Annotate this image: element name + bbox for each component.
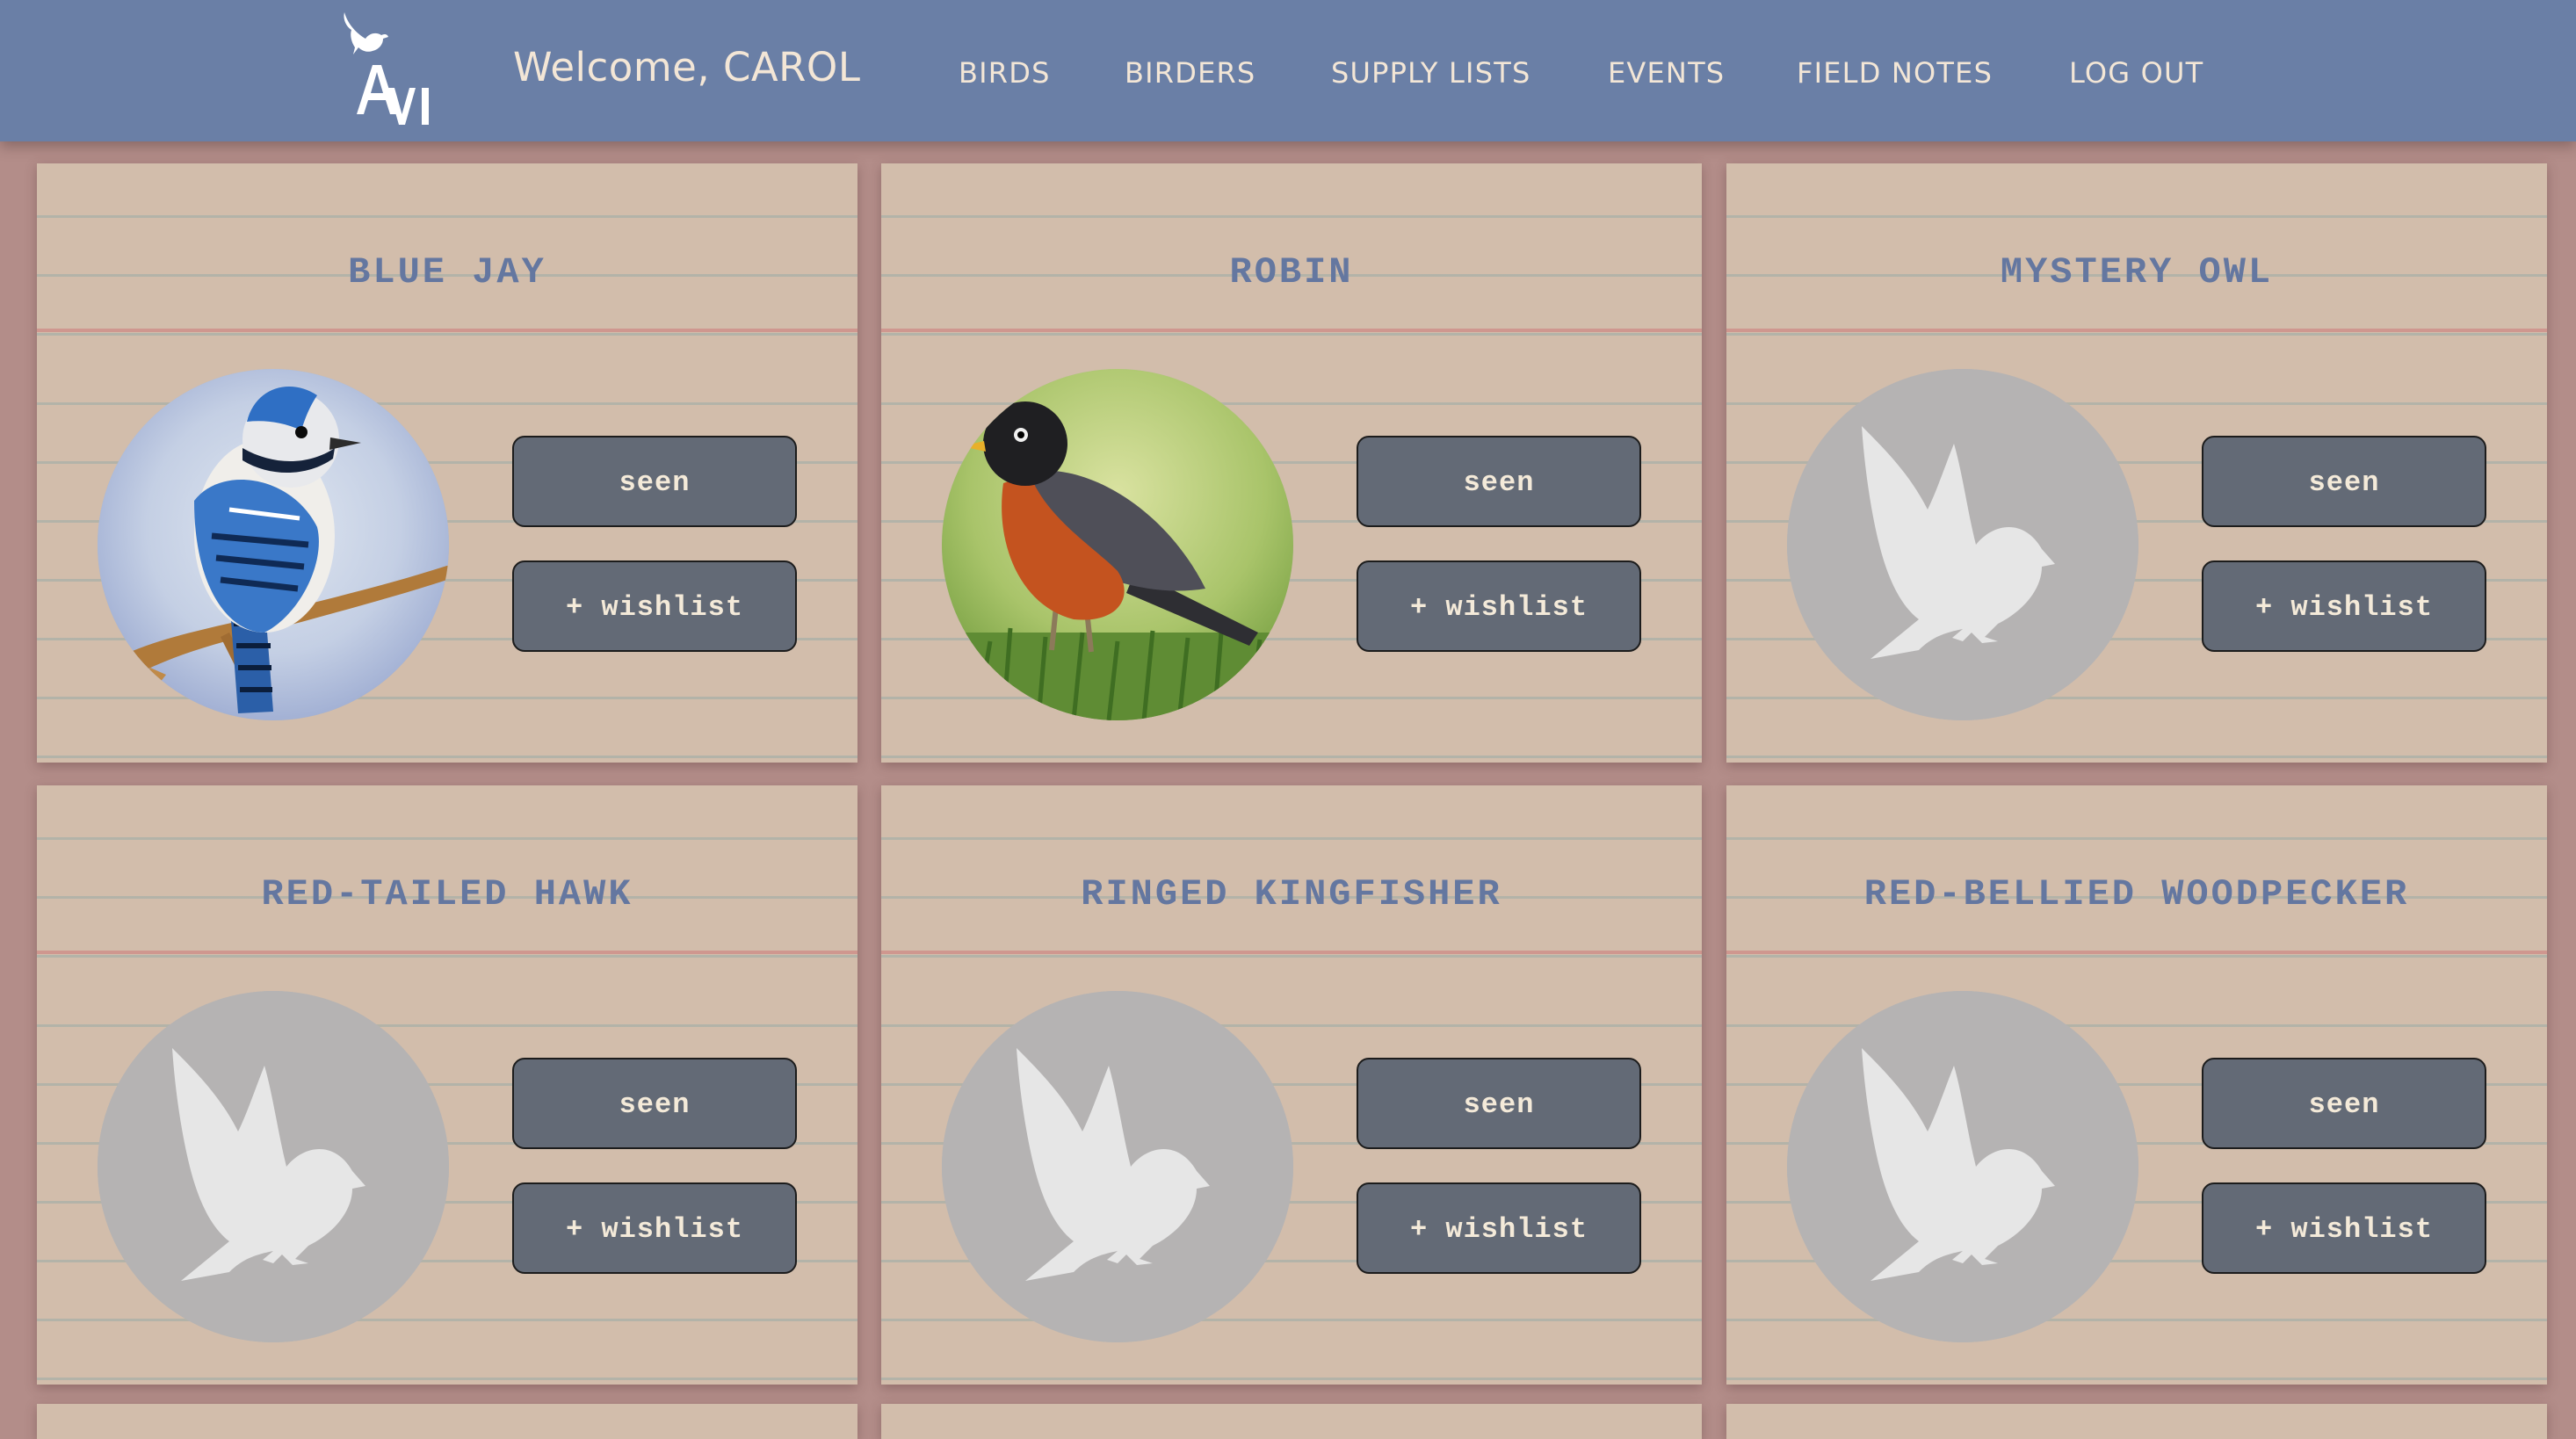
add-wishlist-button[interactable]: + wishlist xyxy=(2202,1182,2486,1274)
bird-name: RED-TAILED HAWK xyxy=(261,873,633,915)
robin-photo-icon xyxy=(942,369,1293,720)
seen-button[interactable]: seen xyxy=(2202,436,2486,527)
seen-button[interactable]: seen xyxy=(1357,436,1641,527)
blue-jay-photo-icon xyxy=(98,369,449,720)
bird-card: ROBIN seen + wishlist xyxy=(881,163,1702,763)
bird-card: RINGED KINGFISHER seen + wishlist xyxy=(881,785,1702,1385)
bird-placeholder-icon xyxy=(98,991,449,1342)
bird-photo[interactable] xyxy=(98,991,449,1342)
bird-placeholder-icon xyxy=(1787,369,2138,720)
add-wishlist-button[interactable]: + wishlist xyxy=(1357,1182,1641,1274)
avi-logo-icon xyxy=(344,12,429,125)
nav-field-notes[interactable]: FIELD NOTES xyxy=(1797,56,1993,91)
avi-logo[interactable] xyxy=(337,7,443,130)
bird-name: RINGED KINGFISHER xyxy=(1081,873,1502,915)
bird-card: RED-BELLIED WOODPECKER seen + wishlist xyxy=(1726,785,2547,1385)
bird-name: BLUE JAY xyxy=(348,251,546,293)
bird-name: RED-BELLIED WOODPECKER xyxy=(1863,873,2410,915)
bird-card-partial xyxy=(881,1404,1702,1439)
bird-placeholder-icon xyxy=(1787,991,2138,1342)
bird-photo[interactable] xyxy=(942,369,1293,720)
welcome-message: Welcome, CAROL xyxy=(513,44,861,90)
bird-card: MYSTERY OWL seen + wishlist xyxy=(1726,163,2547,763)
bird-photo[interactable] xyxy=(1787,369,2138,720)
bird-photo[interactable] xyxy=(942,991,1293,1342)
bird-card: RED-TAILED HAWK seen + wishlist xyxy=(37,785,857,1385)
bird-placeholder-icon xyxy=(942,991,1293,1342)
seen-button[interactable]: seen xyxy=(2202,1058,2486,1149)
add-wishlist-button[interactable]: + wishlist xyxy=(512,1182,797,1274)
top-navbar: Welcome, CAROL BIRDS BIRDERS SUPPLY LIST… xyxy=(0,0,2576,141)
bird-photo[interactable] xyxy=(98,369,449,720)
bird-photo[interactable] xyxy=(1787,991,2138,1342)
nav-birds[interactable]: BIRDS xyxy=(959,56,1051,91)
bird-name: ROBIN xyxy=(1229,251,1354,293)
seen-button[interactable]: seen xyxy=(512,1058,797,1149)
bird-card: BLUE JAY seen + wishlist xyxy=(37,163,857,763)
bird-card-partial xyxy=(37,1404,857,1439)
nav-events[interactable]: EVENTS xyxy=(1608,56,1725,91)
nav-birders[interactable]: BIRDERS xyxy=(1125,56,1255,91)
seen-button[interactable]: seen xyxy=(512,436,797,527)
bird-name: MYSTERY OWL xyxy=(2000,251,2274,293)
add-wishlist-button[interactable]: + wishlist xyxy=(1357,560,1641,652)
nav-log-out[interactable]: LOG OUT xyxy=(2069,56,2203,91)
add-wishlist-button[interactable]: + wishlist xyxy=(512,560,797,652)
add-wishlist-button[interactable]: + wishlist xyxy=(2202,560,2486,652)
nav-supply-lists[interactable]: SUPPLY LISTS xyxy=(1331,56,1530,91)
seen-button[interactable]: seen xyxy=(1357,1058,1641,1149)
bird-card-partial xyxy=(1726,1404,2547,1439)
